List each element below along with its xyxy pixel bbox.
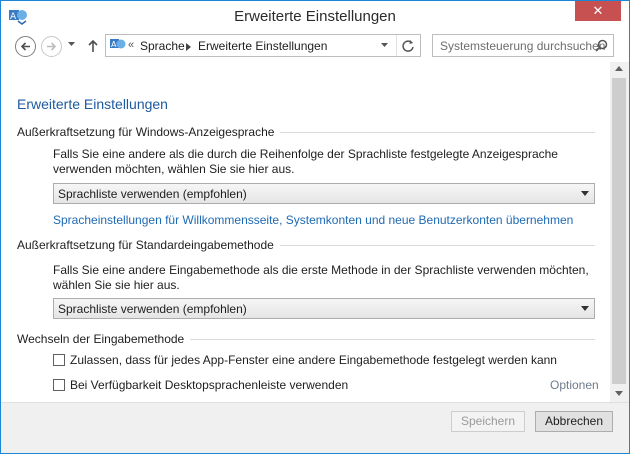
forward-button[interactable] — [41, 36, 62, 57]
input-method-select[interactable]: Sprachliste verwenden (empfohlen) — [53, 298, 595, 319]
section-header-switch-input: Wechseln der Eingabemethode — [17, 332, 185, 346]
search-placeholder[interactable]: Systemsteuerung durchsuchen — [440, 39, 605, 53]
display-language-select[interactable]: Sprachliste verwenden (empfohlen) — [53, 183, 595, 204]
up-arrow-icon[interactable] — [87, 39, 99, 53]
section-divider — [279, 244, 595, 246]
save-button[interactable]: Speichern — [451, 411, 525, 432]
section-header-display-language: Außerkraftsetzung für Windows-Anzeigespr… — [17, 125, 275, 139]
section-divider — [190, 338, 595, 340]
description-display-language: Falls Sie eine andere als die durch die … — [53, 147, 558, 176]
breadcrumb-item-current[interactable]: Erweiterte Einstellungen — [198, 39, 327, 53]
breadcrumb-item-sprache[interactable]: Sprache — [140, 39, 185, 53]
checkbox-label[interactable]: Bei Verfügbarkeit Desktopsprachenleiste … — [70, 378, 348, 392]
section-header-input-method: Außerkraftsetzung für Standardeingabemet… — [17, 238, 274, 252]
breadcrumb-prefix[interactable]: « — [128, 39, 134, 51]
svg-text:A: A — [111, 40, 117, 49]
cancel-button[interactable]: Abbrechen — [535, 411, 613, 432]
chevron-down-icon — [581, 191, 589, 196]
search-box[interactable]: Systemsteuerung durchsuchen — [432, 34, 614, 57]
scrollbar-thumb[interactable] — [612, 78, 626, 384]
dialog-footer: Speichern Abbrechen — [1, 402, 629, 453]
checkbox-row-per-app[interactable]: Zulassen, dass für jedes App-Fenster ein… — [53, 352, 557, 368]
title-bar: A Erweiterte Einstellungen ✕ — [1, 1, 629, 32]
refresh-icon[interactable] — [401, 39, 415, 53]
address-divider — [396, 35, 397, 56]
checkbox-row-language-bar[interactable]: Bei Verfügbarkeit Desktopsprachenleiste … — [53, 377, 348, 393]
vertical-scrollbar[interactable] — [610, 62, 629, 402]
description-input-method: Falls Sie eine andere Eingabemethode als… — [53, 263, 589, 292]
content-area: Erweiterte Einstellungen Außerkraftsetzu… — [1, 62, 610, 402]
back-button[interactable] — [15, 36, 36, 57]
checkbox-label[interactable]: Zulassen, dass für jedes App-Fenster ein… — [70, 353, 557, 367]
search-icon[interactable] — [595, 39, 608, 52]
page-title: Erweiterte Einstellungen — [17, 96, 168, 112]
select-value: Sprachliste verwenden (empfohlen) — [58, 302, 247, 316]
per-app-input-checkbox[interactable] — [53, 354, 65, 366]
breadcrumb-chevron-icon[interactable] — [186, 43, 191, 51]
forward-arrow-icon — [47, 42, 57, 51]
section-divider — [280, 131, 595, 133]
navigation-bar: A « Sprache Erweiterte Einstellungen Sys… — [1, 32, 629, 60]
back-arrow-icon — [20, 42, 30, 51]
section-display-language: Außerkraftsetzung für Windows-Anzeigespr… — [17, 125, 595, 139]
window: A Erweiterte Einstellungen ✕ A « Sprache… — [0, 0, 630, 454]
close-button[interactable]: ✕ — [575, 1, 621, 21]
select-value: Sprachliste verwenden (empfohlen) — [58, 187, 247, 201]
window-title: Erweiterte Einstellungen — [234, 8, 396, 25]
scroll-up-icon[interactable] — [615, 66, 623, 71]
address-bar[interactable]: A « Sprache Erweiterte Einstellungen — [105, 34, 421, 57]
scroll-down-icon[interactable] — [615, 391, 623, 396]
address-dropdown-icon[interactable] — [380, 42, 389, 48]
options-link[interactable]: Optionen — [550, 378, 599, 392]
desktop-language-bar-checkbox[interactable] — [53, 379, 65, 391]
recent-locations-dropdown-icon[interactable] — [67, 41, 76, 47]
section-switch-input: Wechseln der Eingabemethode — [17, 332, 595, 346]
control-panel-icon: A — [109, 37, 127, 56]
apply-language-settings-link[interactable]: Spracheinstellungen für Willkommensseite… — [53, 213, 573, 227]
section-input-method: Außerkraftsetzung für Standardeingabemet… — [17, 238, 595, 252]
chevron-down-icon — [581, 306, 589, 311]
